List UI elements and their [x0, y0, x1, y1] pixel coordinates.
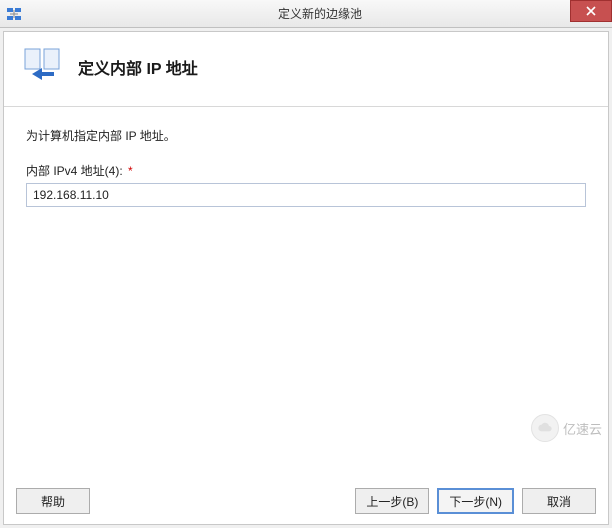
close-icon [586, 4, 596, 19]
close-button[interactable] [570, 0, 612, 22]
cancel-button[interactable]: 取消 [522, 488, 596, 514]
window-title: 定义新的边缘池 [28, 5, 612, 22]
wizard-header: 定义内部 IP 地址 [4, 32, 608, 107]
ipv4-input[interactable] [26, 183, 586, 207]
title-bar: 定义新的边缘池 [0, 0, 612, 28]
wizard-header-icon [22, 46, 64, 88]
app-icon [6, 6, 22, 22]
ipv4-label-text: 内部 IPv4 地址(4): [26, 164, 123, 178]
ipv4-label: 内部 IPv4 地址(4): * [26, 162, 586, 179]
wizard-body: 定义内部 IP 地址 为计算机指定内部 IP 地址。 内部 IPv4 地址(4)… [3, 31, 609, 525]
form-instruction: 为计算机指定内部 IP 地址。 [26, 127, 586, 144]
back-button[interactable]: 上一步(B) [355, 488, 429, 514]
help-button[interactable]: 帮助 [16, 488, 90, 514]
form-area: 为计算机指定内部 IP 地址。 内部 IPv4 地址(4): * [4, 107, 608, 478]
wizard-title: 定义内部 IP 地址 [78, 55, 198, 79]
next-button[interactable]: 下一步(N) [437, 488, 514, 514]
wizard-footer: 帮助 上一步(B) 下一步(N) 取消 [4, 478, 608, 524]
required-indicator: * [128, 164, 133, 178]
